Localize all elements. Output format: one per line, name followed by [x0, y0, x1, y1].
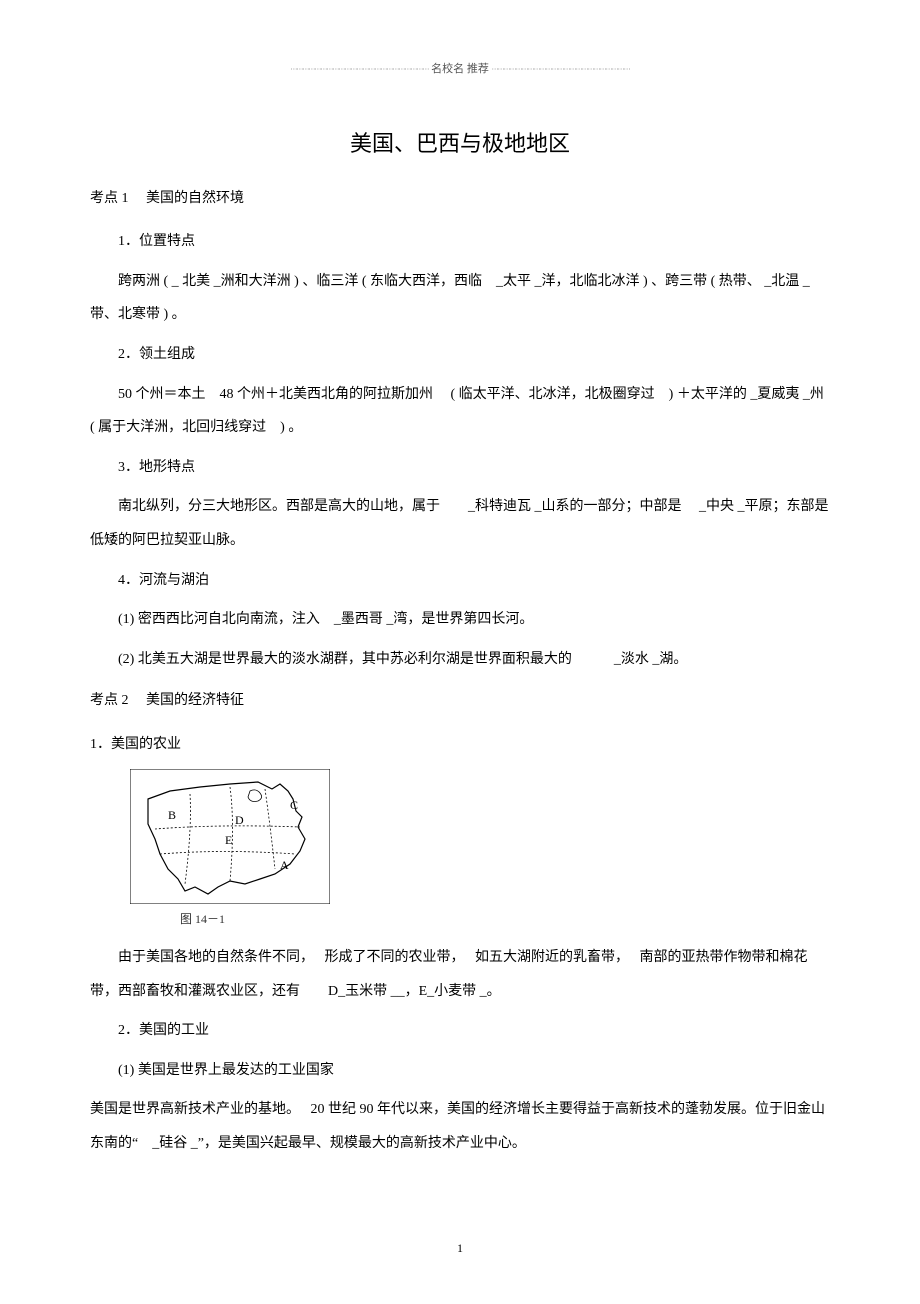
kp1-heading: 考点 1 美国的自然环境 — [90, 186, 830, 211]
kp2-s1-label: 1．美国的农业 — [90, 728, 830, 762]
figure-caption: 图 14－1 — [180, 910, 830, 927]
figure-block: A B C D E 图 14－1 — [90, 769, 830, 927]
kp2-s2-body: 美国是世界高新技术产业的基地。 20 世纪 90 年代以来，美国的经济增长主要得… — [90, 1093, 830, 1160]
map-label-b: B — [168, 808, 176, 822]
header-dots-right: ⋯⋯⋯⋯⋯⋯⋯⋯⋯⋯⋯⋯⋯⋯⋯⋯⋯⋯⋯⋯⋯⋯⋯ — [492, 65, 630, 73]
kp1-s3-body: 南北纵列，分三大地形区。西部是高大的山地，属于 _科特迪瓦 _山系的一部分；中部… — [90, 490, 830, 557]
page-number: 1 — [90, 1241, 830, 1256]
kp1-s4-p1: (1) 密西西比河自北向南流，注入 _墨西哥 _湾，是世界第四长河。 — [90, 603, 830, 637]
document-title: 美国、巴西与极地地区 — [90, 126, 830, 158]
kp2-heading: 考点 2 美国的经济特征 — [90, 688, 830, 713]
kp2-s2-p1: (1) 美国是世界上最发达的工业国家 — [90, 1054, 830, 1088]
document-page: ⋯⋯⋯⋯⋯⋯⋯⋯⋯⋯⋯⋯⋯⋯⋯⋯⋯⋯⋯⋯⋯⋯⋯ 名校名 推荐 ⋯⋯⋯⋯⋯⋯⋯⋯⋯… — [0, 0, 920, 1296]
map-label-a: A — [280, 858, 289, 872]
kp1-s1-label: 1．位置特点 — [90, 225, 830, 259]
kp1-s4-p2: (2) 北美五大湖是世界最大的淡水湖群，其中苏必利尔湖是世界面积最大的 _淡水 … — [90, 643, 830, 677]
kp2-s2-label: 2．美国的工业 — [90, 1014, 830, 1048]
kp1-s1-body: 跨两洲 ( _ 北美 _洲和大洋洲 ) 、临三洋 ( 东临大西洋，西临 _太平 … — [90, 265, 830, 332]
map-label-e: E — [225, 833, 232, 847]
header-label: 名校名 推荐 — [431, 63, 489, 75]
us-map-figure: A B C D E — [130, 769, 330, 904]
header-dots-left: ⋯⋯⋯⋯⋯⋯⋯⋯⋯⋯⋯⋯⋯⋯⋯⋯⋯⋯⋯⋯⋯⋯⋯ — [290, 65, 428, 73]
page-header: ⋯⋯⋯⋯⋯⋯⋯⋯⋯⋯⋯⋯⋯⋯⋯⋯⋯⋯⋯⋯⋯⋯⋯ 名校名 推荐 ⋯⋯⋯⋯⋯⋯⋯⋯⋯… — [90, 60, 830, 76]
kp1-s4-label: 4．河流与湖泊 — [90, 564, 830, 598]
kp1-s2-body: 50 个州＝本土 48 个州＋北美西北角的阿拉斯加州 ( 临太平洋、北冰洋，北极… — [90, 378, 830, 445]
map-label-d: D — [235, 813, 244, 827]
map-label-c: C — [290, 798, 298, 812]
kp1-s3-label: 3．地形特点 — [90, 451, 830, 485]
kp2-s1-body: 由于美国各地的自然条件不同， 形成了不同的农业带， 如五大湖附近的乳畜带， 南部… — [90, 941, 830, 1008]
kp1-s2-label: 2．领土组成 — [90, 338, 830, 372]
